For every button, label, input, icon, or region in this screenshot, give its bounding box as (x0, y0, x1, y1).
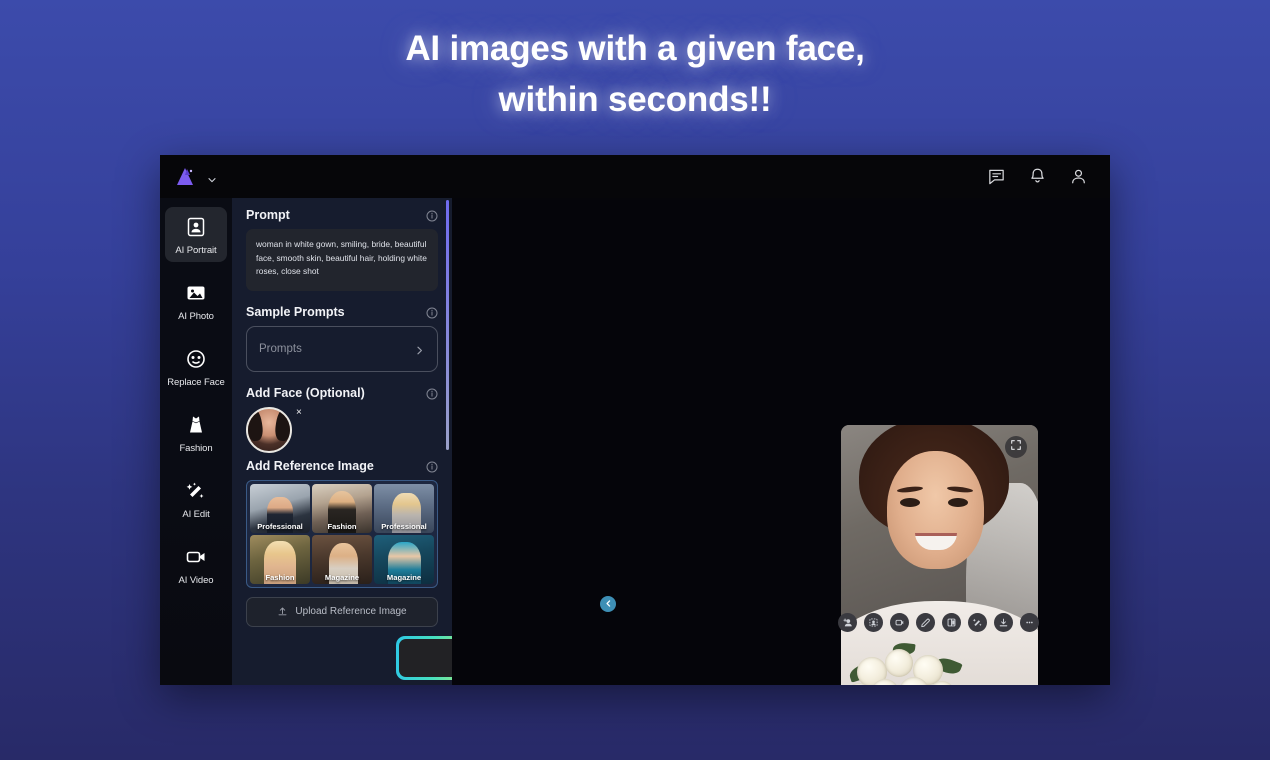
bell-icon[interactable] (1028, 167, 1047, 186)
sample-prompts-select[interactable]: Prompts (246, 326, 438, 372)
reference-caption: Fashion (250, 573, 310, 582)
reference-caption: Magazine (374, 573, 434, 582)
download-icon[interactable] (994, 613, 1013, 632)
generated-image-preview[interactable] (841, 425, 1038, 685)
reference-thumbnail[interactable]: Professional (374, 484, 434, 533)
reference-thumbnail[interactable]: Magazine (312, 535, 372, 584)
add-face-section-header: Add Face (Optional) (246, 386, 438, 400)
sidebar-item-ai-edit[interactable]: AI Edit (165, 471, 227, 526)
bride-face (887, 451, 984, 569)
face-hair-left (246, 407, 264, 442)
sidebar-item-label: AI Edit (182, 509, 209, 520)
brand-chevron-down-icon[interactable] (207, 172, 217, 182)
left-sidebar: AI Portrait AI Photo Repl (160, 198, 232, 685)
prompt-title: Prompt (246, 208, 290, 222)
more-options-icon[interactable] (1020, 613, 1039, 632)
reference-caption: Magazine (312, 573, 372, 582)
video-camera-icon (185, 546, 207, 568)
edit-pencil-icon[interactable] (916, 613, 935, 632)
info-icon[interactable] (426, 387, 438, 399)
sidebar-item-ai-video[interactable]: AI Video (165, 537, 227, 592)
panel-scrollbar[interactable] (446, 200, 449, 450)
remove-face-button[interactable]: × (296, 408, 302, 418)
image-icon (185, 282, 207, 304)
sidebar-item-fashion[interactable]: Fashion (165, 405, 227, 460)
add-reference-section-header: Add Reference Image (246, 459, 438, 473)
instaphotoai-logo-icon (174, 166, 198, 188)
message-icon[interactable] (987, 167, 1006, 186)
video-icon[interactable] (890, 613, 909, 632)
reference-caption: Professional (250, 522, 310, 531)
sidebar-item-ai-portrait[interactable]: AI Portrait (165, 207, 227, 262)
prompt-input[interactable]: woman in white gown, smiling, bride, bea… (246, 229, 438, 291)
sample-prompts-placeholder: Prompts (259, 343, 302, 355)
control-panel: Prompt woman in white gown, smiling, bri… (232, 198, 452, 685)
headline-line-2: within seconds!! (0, 75, 1270, 126)
magic-enhance-icon[interactable] (968, 613, 987, 632)
sidebar-item-label: Fashion (179, 443, 212, 454)
uploaded-face-thumbnail[interactable] (246, 407, 292, 453)
white-roses-bouquet (847, 639, 965, 685)
brand-logo[interactable] (174, 166, 217, 188)
add-face-title: Add Face (Optional) (246, 386, 365, 400)
sidebar-item-label: AI Portrait (175, 245, 216, 256)
preview-canvas: InstaPhotoAI AI Assistant (452, 198, 1110, 685)
spacer (246, 372, 438, 386)
reference-thumbnail[interactable]: Magazine (374, 535, 434, 584)
sample-prompts-title: Sample Prompts (246, 305, 345, 319)
replace-face-icon (185, 348, 207, 370)
expand-icon (1010, 438, 1022, 456)
magic-wand-icon (185, 480, 207, 502)
bride-eye-left (900, 498, 920, 507)
reference-caption: Fashion (312, 522, 372, 531)
sidebar-item-ai-photo[interactable]: AI Photo (165, 273, 227, 328)
info-icon[interactable] (426, 209, 438, 221)
sidebar-item-replace-face[interactable]: Replace Face (165, 339, 227, 394)
app-topbar (160, 155, 1110, 198)
face-hair-right (274, 407, 292, 442)
add-face-icon[interactable] (838, 613, 857, 632)
face-swap-icon[interactable] (864, 613, 883, 632)
reference-thumbnail[interactable]: Fashion (312, 484, 372, 533)
portrait-icon (185, 216, 207, 238)
bride-eye-right (948, 498, 968, 507)
expand-preview-button[interactable] (1005, 436, 1027, 458)
spacer (246, 291, 438, 305)
collapse-panel-button[interactable] (600, 596, 616, 612)
sidebar-item-label: Replace Face (167, 377, 224, 388)
sidebar-item-label: AI Video (179, 575, 214, 586)
compare-icon[interactable] (942, 613, 961, 632)
add-reference-title: Add Reference Image (246, 459, 374, 473)
reference-thumbnail[interactable]: Professional (250, 484, 310, 533)
add-face-row: × (246, 407, 438, 459)
reference-thumbnail[interactable]: Fashion (250, 535, 310, 584)
app-window: AI Portrait AI Photo Repl (160, 155, 1110, 685)
upload-reference-image-button[interactable]: Upload Reference Image (246, 597, 438, 627)
headline-line-1: AI images with a given face, (405, 29, 864, 68)
image-tools-toolbar (838, 613, 1039, 632)
sidebar-item-label: AI Photo (178, 311, 214, 322)
chevron-right-icon (414, 343, 425, 354)
sample-prompts-section-header: Sample Prompts (246, 305, 438, 319)
upload-icon (277, 606, 288, 617)
prompt-section-header: Prompt (246, 208, 438, 222)
upload-reference-label: Upload Reference Image (295, 606, 406, 617)
info-icon[interactable] (426, 460, 438, 472)
reference-caption: Professional (374, 522, 434, 531)
page-headline: AI images with a given face, within seco… (0, 24, 1270, 126)
info-icon[interactable] (426, 306, 438, 318)
rose (885, 649, 913, 677)
user-icon[interactable] (1069, 167, 1088, 186)
dress-icon (185, 414, 207, 436)
chevron-left-icon (604, 595, 613, 613)
topbar-actions (987, 167, 1088, 186)
reference-image-grid: Professional Fashion Professional Fashio… (246, 480, 438, 588)
